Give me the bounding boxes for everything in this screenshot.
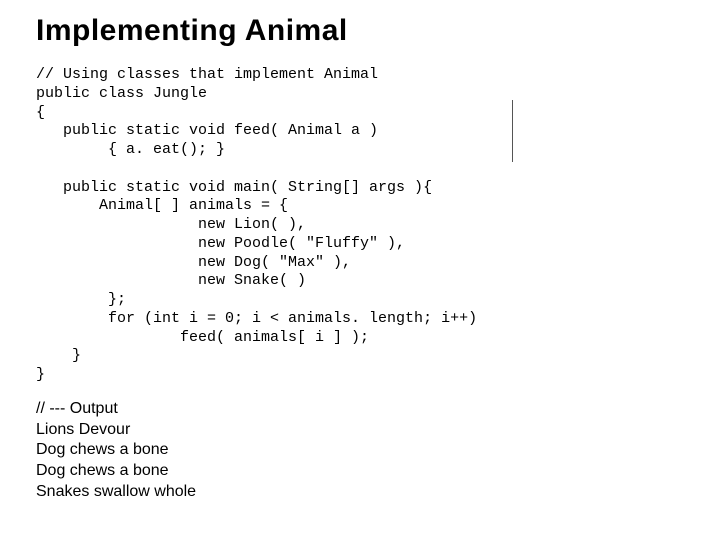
code-block: // Using classes that implement Animal p…	[36, 66, 684, 385]
slide-title: Implementing Animal	[36, 14, 684, 48]
output-block: // --- Output Lions Devour Dog chews a b…	[36, 399, 684, 503]
cursor-line	[512, 100, 513, 162]
